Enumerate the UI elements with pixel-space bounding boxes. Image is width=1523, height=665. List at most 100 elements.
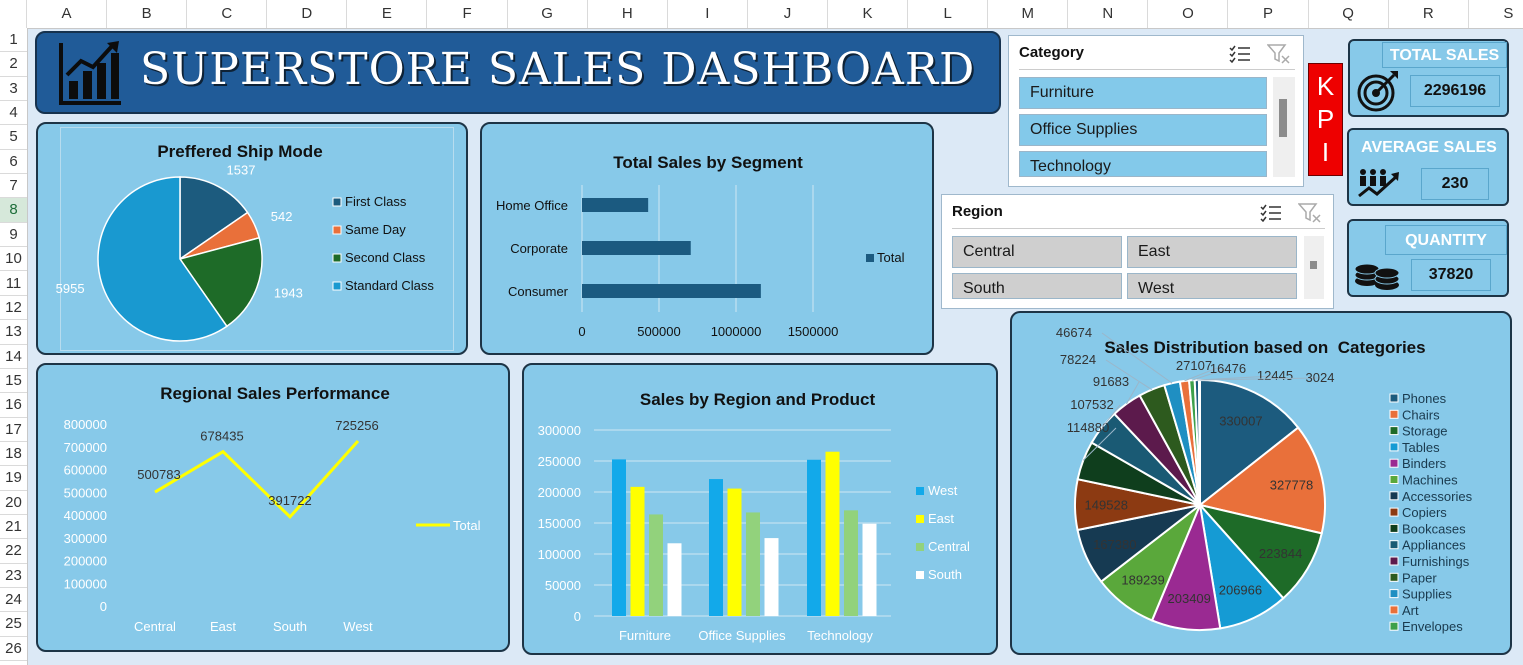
- y-tick-label: 200000: [64, 554, 107, 569]
- row-header-16[interactable]: 16: [0, 393, 27, 418]
- kpi-total-sales: TOTAL SALES 2296196: [1348, 39, 1509, 117]
- kpi-value: 37820: [1411, 259, 1491, 291]
- multi-select-icon[interactable]: [1260, 204, 1282, 222]
- select-all-corner[interactable]: [0, 0, 27, 28]
- clear-filter-icon[interactable]: [1267, 44, 1291, 64]
- column-header-o[interactable]: O: [1148, 0, 1229, 28]
- column-header-h[interactable]: H: [588, 0, 668, 28]
- bar-south-office-supplies: [764, 538, 779, 616]
- row-header-15[interactable]: 15: [0, 369, 27, 394]
- row-header-1[interactable]: 1: [0, 28, 27, 53]
- region-item-south[interactable]: South: [952, 273, 1122, 299]
- row-header-4[interactable]: 4: [0, 101, 27, 126]
- row-header-25[interactable]: 25: [0, 612, 27, 637]
- column-header-d[interactable]: D: [267, 0, 348, 28]
- bar-consumer: [582, 284, 761, 298]
- column-header-b[interactable]: B: [107, 0, 188, 28]
- region-slicer-scrollbar[interactable]: [1304, 236, 1324, 299]
- row-header-12[interactable]: 12: [0, 296, 27, 321]
- category-item-office-supplies[interactable]: Office Supplies: [1019, 114, 1267, 146]
- legend-label-art: Art: [1402, 603, 1419, 618]
- region-item-east[interactable]: East: [1127, 236, 1297, 268]
- category-item-technology[interactable]: Technology: [1019, 151, 1267, 177]
- data-label: 189239: [1121, 572, 1164, 587]
- row-header-19[interactable]: 19: [0, 466, 27, 491]
- row-header-2[interactable]: 2: [0, 52, 27, 77]
- row-header-14[interactable]: 14: [0, 345, 27, 369]
- column-header-f[interactable]: F: [428, 0, 508, 28]
- row-header-20[interactable]: 20: [0, 491, 27, 515]
- row-header-6[interactable]: 6: [0, 150, 27, 175]
- ship-mode-title: Preffered Ship Mode: [157, 142, 323, 161]
- multi-select-icon[interactable]: [1229, 45, 1251, 63]
- kpi-letter: P: [1316, 104, 1335, 134]
- row-header-bar: 1 2 3 4 5 6 7 8 9 10 11 12 13 14 15 16 17 18 19 20 21 22 23 24 2…: [0, 28, 28, 665]
- y-tick-label: 300000: [64, 531, 107, 546]
- y-tick-label: Corporate: [510, 241, 568, 256]
- row-header-9[interactable]: 9: [0, 223, 27, 248]
- column-header-g[interactable]: G: [508, 0, 588, 28]
- row-header-5[interactable]: 5: [0, 125, 27, 150]
- dashboard-title: SUPERSTORE SALES DASHBOARD: [140, 44, 976, 95]
- y-tick-label: 300000: [538, 423, 581, 438]
- x-tick-label: Furniture: [619, 628, 671, 643]
- column-header-r[interactable]: R: [1389, 0, 1469, 28]
- column-header-s[interactable]: S: [1469, 0, 1523, 28]
- column-header-m[interactable]: M: [988, 0, 1069, 28]
- row-header-3[interactable]: 3: [0, 77, 27, 102]
- column-header-k[interactable]: K: [828, 0, 909, 28]
- row-header-23[interactable]: 23: [0, 564, 27, 589]
- column-header-l[interactable]: L: [908, 0, 989, 28]
- column-header-a[interactable]: A: [27, 0, 108, 28]
- legend-label-storage: Storage: [1402, 424, 1448, 439]
- row-header-24[interactable]: 24: [0, 588, 27, 613]
- row-header-8[interactable]: 8: [0, 198, 27, 223]
- segment-title: Total Sales by Segment: [613, 153, 803, 172]
- column-header-c[interactable]: C: [187, 0, 268, 28]
- y-tick-label: 600000: [64, 463, 107, 478]
- column-header-j[interactable]: J: [748, 0, 828, 28]
- legend-swatch-accessories: [1389, 491, 1399, 501]
- data-label: 46674: [1056, 325, 1092, 340]
- row-header-21[interactable]: 21: [0, 515, 27, 540]
- region-item-central[interactable]: Central: [952, 236, 1122, 268]
- scrollbar-thumb[interactable]: [1310, 261, 1317, 269]
- region-slicer-header: Region: [952, 203, 1003, 220]
- data-label: 500783: [137, 467, 180, 482]
- regional-line-chart: 0 100000 200000 300000 400000 500000 600000 700…: [64, 417, 481, 634]
- row-header-17[interactable]: 17: [0, 418, 27, 442]
- data-label: 678435: [200, 429, 243, 444]
- bar-central-furniture: [649, 514, 663, 616]
- legend-swatch-appliances: [1389, 540, 1399, 550]
- column-header-q[interactable]: Q: [1309, 0, 1389, 28]
- category-item-furniture[interactable]: Furniture: [1019, 77, 1267, 109]
- row-header-7[interactable]: 7: [0, 174, 27, 199]
- y-tick-label: 150000: [538, 516, 581, 531]
- column-header-e[interactable]: E: [347, 0, 428, 28]
- column-header-i[interactable]: I: [668, 0, 748, 28]
- y-tick-label: 200000: [538, 485, 581, 500]
- legend-label-chairs: Chairs: [1402, 407, 1440, 422]
- region-slicer: Region Central East South West: [941, 194, 1334, 309]
- row-header-11[interactable]: 11: [0, 272, 27, 296]
- region-item-west[interactable]: West: [1127, 273, 1297, 299]
- row-header-13[interactable]: 13: [0, 320, 27, 345]
- legend-swatch-binders: [1389, 458, 1399, 468]
- column-header-bar: ABCDEFGHIJKLMNOPQRS: [0, 0, 1523, 29]
- column-header-n[interactable]: N: [1068, 0, 1149, 28]
- column-header-p[interactable]: P: [1229, 0, 1309, 28]
- row-header-26[interactable]: 26: [0, 637, 27, 662]
- row-header-22[interactable]: 22: [0, 539, 27, 564]
- row-header-10[interactable]: 10: [0, 247, 27, 272]
- category-slicer: Category Furniture Office Supplies Techn…: [1008, 35, 1304, 187]
- category-slicer-scrollbar[interactable]: [1273, 77, 1295, 177]
- x-tick-label: 500000: [637, 324, 680, 339]
- kpi-label: AVERAGE SALES: [1361, 139, 1497, 156]
- row-header-18[interactable]: 18: [0, 442, 27, 467]
- scrollbar-thumb[interactable]: [1279, 99, 1287, 137]
- data-label: 206966: [1219, 583, 1262, 598]
- legend-label-south: South: [928, 567, 962, 582]
- bar-central-office-supplies: [746, 512, 760, 616]
- y-tick-label: 700000: [64, 440, 107, 455]
- clear-filter-icon[interactable]: [1298, 203, 1322, 223]
